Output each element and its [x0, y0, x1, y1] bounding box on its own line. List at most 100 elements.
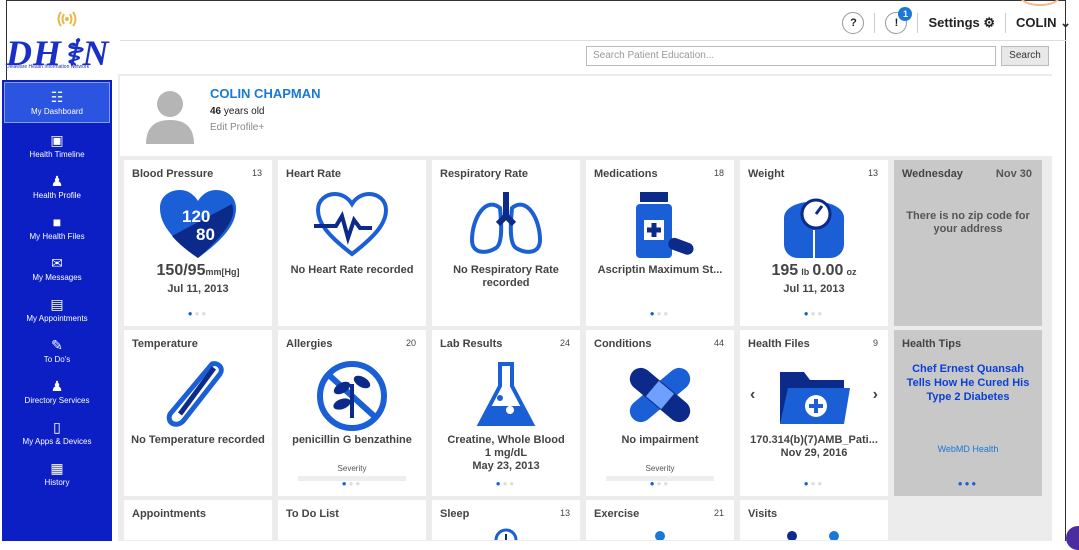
tile-date: Nov 30	[995, 168, 1032, 180]
logo-tagline: Delaware Health Information Network	[6, 64, 90, 70]
timeline-icon: ▣	[50, 132, 64, 148]
health-tip-link[interactable]: Chef Ernest Quansah Tells How He Cured H…	[904, 362, 1032, 404]
tile-appointments[interactable]: Appointments	[124, 500, 272, 540]
tile-blood-pressure[interactable]: Blood Pressure 13 120 80 150/95mm[Hg] Ju…	[124, 160, 272, 326]
sidebar-item-history[interactable]: ▦ History	[2, 453, 112, 494]
sidebar-item-timeline[interactable]: ▣ Health Timeline	[2, 125, 112, 166]
carousel-dots[interactable]: ●●●	[586, 479, 734, 488]
sidebar-item-label: Directory Services	[24, 396, 90, 405]
sidebar-item-appointments[interactable]: ▤ My Appointments	[2, 289, 112, 330]
tip-source-link[interactable]: WebMD Health	[894, 444, 1042, 454]
file-icon: ■	[52, 214, 62, 230]
tile-value: Ascriptin Maximum St...	[597, 264, 723, 276]
tile-title: Appointments	[132, 508, 206, 520]
tile-value: Creatine, Whole Blood 1 mg/dL May 23, 20…	[432, 434, 580, 473]
tile-date: Nov 29, 2016	[780, 447, 848, 459]
sidebar-item-health-files[interactable]: ■ My Health Files	[2, 207, 112, 248]
tile-title: Conditions	[594, 338, 652, 350]
tile-value: penicillin G benzathine	[292, 434, 412, 446]
carousel-dots[interactable]: ●●●	[740, 479, 888, 488]
tile-health-files[interactable]: Health Files 9 ‹ › 170.314(b)(7)AMB_Pati…	[740, 330, 888, 496]
bp-reading: 150/95	[156, 262, 206, 279]
carousel-dots[interactable]: ●●●	[432, 479, 580, 488]
sidebar-item-messages[interactable]: ✉ My Messages	[2, 248, 112, 289]
tile-count: 44	[713, 338, 724, 348]
settings-button[interactable]: Settings ⚙	[928, 15, 995, 31]
tile-title: Heart Rate	[286, 168, 342, 180]
sidebar-item-label: Health Profile	[32, 191, 82, 200]
tile-exercise[interactable]: Exercise 21	[586, 500, 734, 540]
tile-sleep[interactable]: Sleep 13	[432, 500, 580, 540]
sidebar-item-label: To Do's	[43, 355, 71, 364]
divider	[1005, 13, 1007, 33]
sidebar-item-todos[interactable]: ✎ To Do's	[2, 330, 112, 371]
tile-temperature[interactable]: Temperature No Temperature recorded	[124, 330, 272, 496]
carousel-dots[interactable]: ●●●	[124, 309, 272, 318]
tile-count: 13	[559, 508, 570, 518]
tile-count: 13	[867, 168, 878, 178]
logo[interactable]: DH⚕N Delaware Health Information Network	[2, 6, 114, 73]
sidebar-item-label: My Messages	[32, 273, 82, 282]
patient-name[interactable]: COLIN CHAPMAN	[210, 86, 321, 101]
signal-icon	[57, 11, 77, 27]
device-icon: ▯	[53, 419, 61, 435]
tile-conditions[interactable]: Conditions 44 No impairment Severity ●●●	[586, 330, 734, 496]
avatar	[146, 91, 194, 144]
sidebar-item-label: My Appointments	[26, 314, 88, 323]
profile-card: COLIN CHAPMAN 46 years old Edit Profile+	[120, 76, 1052, 156]
tile-title: Wednesday	[902, 168, 963, 180]
sidebar-item-label: My Dashboard	[30, 107, 84, 116]
chevron-right-icon[interactable]: ›	[873, 386, 878, 404]
diastolic-label: 80	[196, 225, 215, 244]
tile-date: Jul 11, 2013	[783, 283, 845, 295]
carousel-dots[interactable]: ●●●	[894, 479, 1042, 488]
grid-icon: ☷	[50, 89, 64, 105]
tile-health-tips: Health Tips Chef Ernest Quansah Tells Ho…	[894, 330, 1042, 496]
systolic-label: 120	[182, 207, 210, 226]
heart-bp-icon: 120 80	[160, 190, 236, 258]
tile-title: Temperature	[132, 338, 198, 350]
tile-allergies[interactable]: Allergies 20 penicillin G benzathine Sev…	[278, 330, 426, 496]
tile-respiratory-rate[interactable]: Respiratory Rate No Respiratory Rate rec…	[432, 160, 580, 326]
sidebar-item-directory[interactable]: ♟ Directory Services	[2, 371, 112, 412]
carousel-dots[interactable]: ●●●	[278, 479, 426, 488]
tile-value: No Temperature recorded	[131, 434, 265, 446]
tile-visits[interactable]: Visits	[740, 500, 888, 540]
sidebar-item-apps-devices[interactable]: ▯ My Apps & Devices	[2, 412, 112, 453]
sidebar-item-label: My Apps & Devices	[22, 437, 92, 446]
tile-value: 195 lb 0.00 oz Jul 11, 2013	[740, 262, 888, 296]
search-input[interactable]: Search Patient Education...	[586, 46, 996, 66]
tile-medications[interactable]: Medications 18 Ascriptin Maximum St... ●…	[586, 160, 734, 326]
lab-result: 1 mg/dL	[484, 447, 528, 459]
user-menu-button[interactable]: COLIN ⌄	[1016, 15, 1071, 31]
tile-title: Health Tips	[902, 338, 962, 350]
carousel-dots[interactable]: ●●●	[740, 309, 888, 318]
envelope-icon: ✉	[51, 255, 63, 271]
tile-lab-results[interactable]: Lab Results 24 Creatine, Whole Blood 1 m…	[432, 330, 580, 496]
age-number: 46	[210, 106, 222, 117]
tile-heart-rate[interactable]: Heart Rate No Heart Rate recorded	[278, 160, 426, 326]
sidebar: ☷ My Dashboard ▣ Health Timeline ♟ Healt…	[2, 80, 112, 541]
help-button[interactable]: ?	[842, 12, 865, 34]
tile-todo-list[interactable]: To Do List	[278, 500, 426, 540]
tile-weight[interactable]: Weight 13 195 lb 0.00 oz Jul 11, 2013 ●●…	[740, 160, 888, 326]
severity-label: Severity	[645, 464, 675, 473]
bandage-icon	[629, 367, 691, 423]
weight-oz: 0.00	[812, 262, 844, 279]
edit-profile-link[interactable]: Edit Profile+	[210, 122, 264, 133]
chat-bubble-icon[interactable]	[1066, 526, 1079, 550]
scale-icon	[784, 198, 844, 258]
sidebar-item-dashboard[interactable]: ☷ My Dashboard	[4, 82, 110, 123]
alerts-button[interactable]: ! 1	[885, 7, 913, 34]
alert-icon: !	[894, 17, 899, 29]
carousel-dots[interactable]: ●●●	[586, 309, 734, 318]
chevron-left-icon[interactable]: ‹	[750, 386, 755, 404]
tile-count: 13	[251, 168, 262, 178]
sidebar-item-health-profile[interactable]: ♟ Health Profile	[2, 166, 112, 207]
sidebar-item-label: History	[44, 478, 70, 487]
tile-title: Visits	[748, 508, 778, 520]
sidebar-item-label: My Health Files	[29, 232, 85, 241]
tile-count: 9	[872, 338, 878, 348]
search-button[interactable]: Search	[1001, 46, 1049, 66]
sidebar-item-label: Health Timeline	[29, 150, 85, 159]
